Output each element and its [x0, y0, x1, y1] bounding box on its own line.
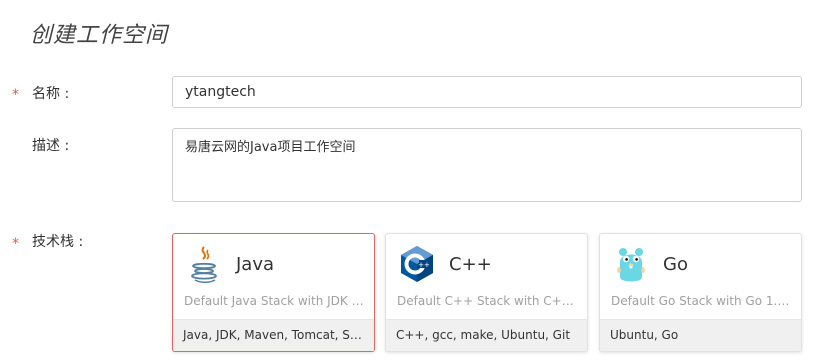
page-title: 创建工作空间 — [30, 23, 169, 48]
stack-name: Go — [663, 254, 688, 275]
java-icon — [185, 244, 223, 284]
stack-name: C++ — [449, 254, 492, 275]
svg-text:++: ++ — [418, 261, 430, 269]
description-label: 描述 : — [32, 138, 70, 154]
gopher-icon — [612, 244, 650, 284]
name-input[interactable]: ytangtech — [172, 76, 802, 108]
name-label: 名称 : — [32, 86, 70, 102]
stack-tags: C++, gcc, make, Ubuntu, Git — [386, 319, 587, 351]
stack-description: Default Go Stack with Go 1.8.3 — [611, 294, 796, 308]
required-asterisk: * — [12, 87, 19, 103]
stack-label: 技术栈 : — [32, 234, 84, 250]
stack-description: Default Java Stack with JDK 8, Maven and… — [184, 294, 369, 308]
stack-name: Java — [236, 254, 275, 275]
description-textarea[interactable]: 易唐云网的Java项目工作空间 — [172, 128, 802, 202]
required-asterisk: * — [12, 236, 19, 252]
cpp-icon: ++ — [398, 244, 436, 284]
stack-card-cpp[interactable]: ++ C++ Default C++ Stack with C++, gcc, … — [385, 233, 588, 352]
stack-card-java[interactable]: Java Default Java Stack with JDK 8, Mave… — [172, 233, 375, 352]
stack-description: Default C++ Stack with C++, gcc, make — [397, 294, 582, 308]
stack-card-go[interactable]: Go Default Go Stack with Go 1.8.3 Ubuntu… — [599, 233, 802, 352]
stack-tags: Java, JDK, Maven, Tomcat, Subversion, Ub… — [173, 319, 374, 351]
stack-tags: Ubuntu, Go — [600, 319, 801, 351]
